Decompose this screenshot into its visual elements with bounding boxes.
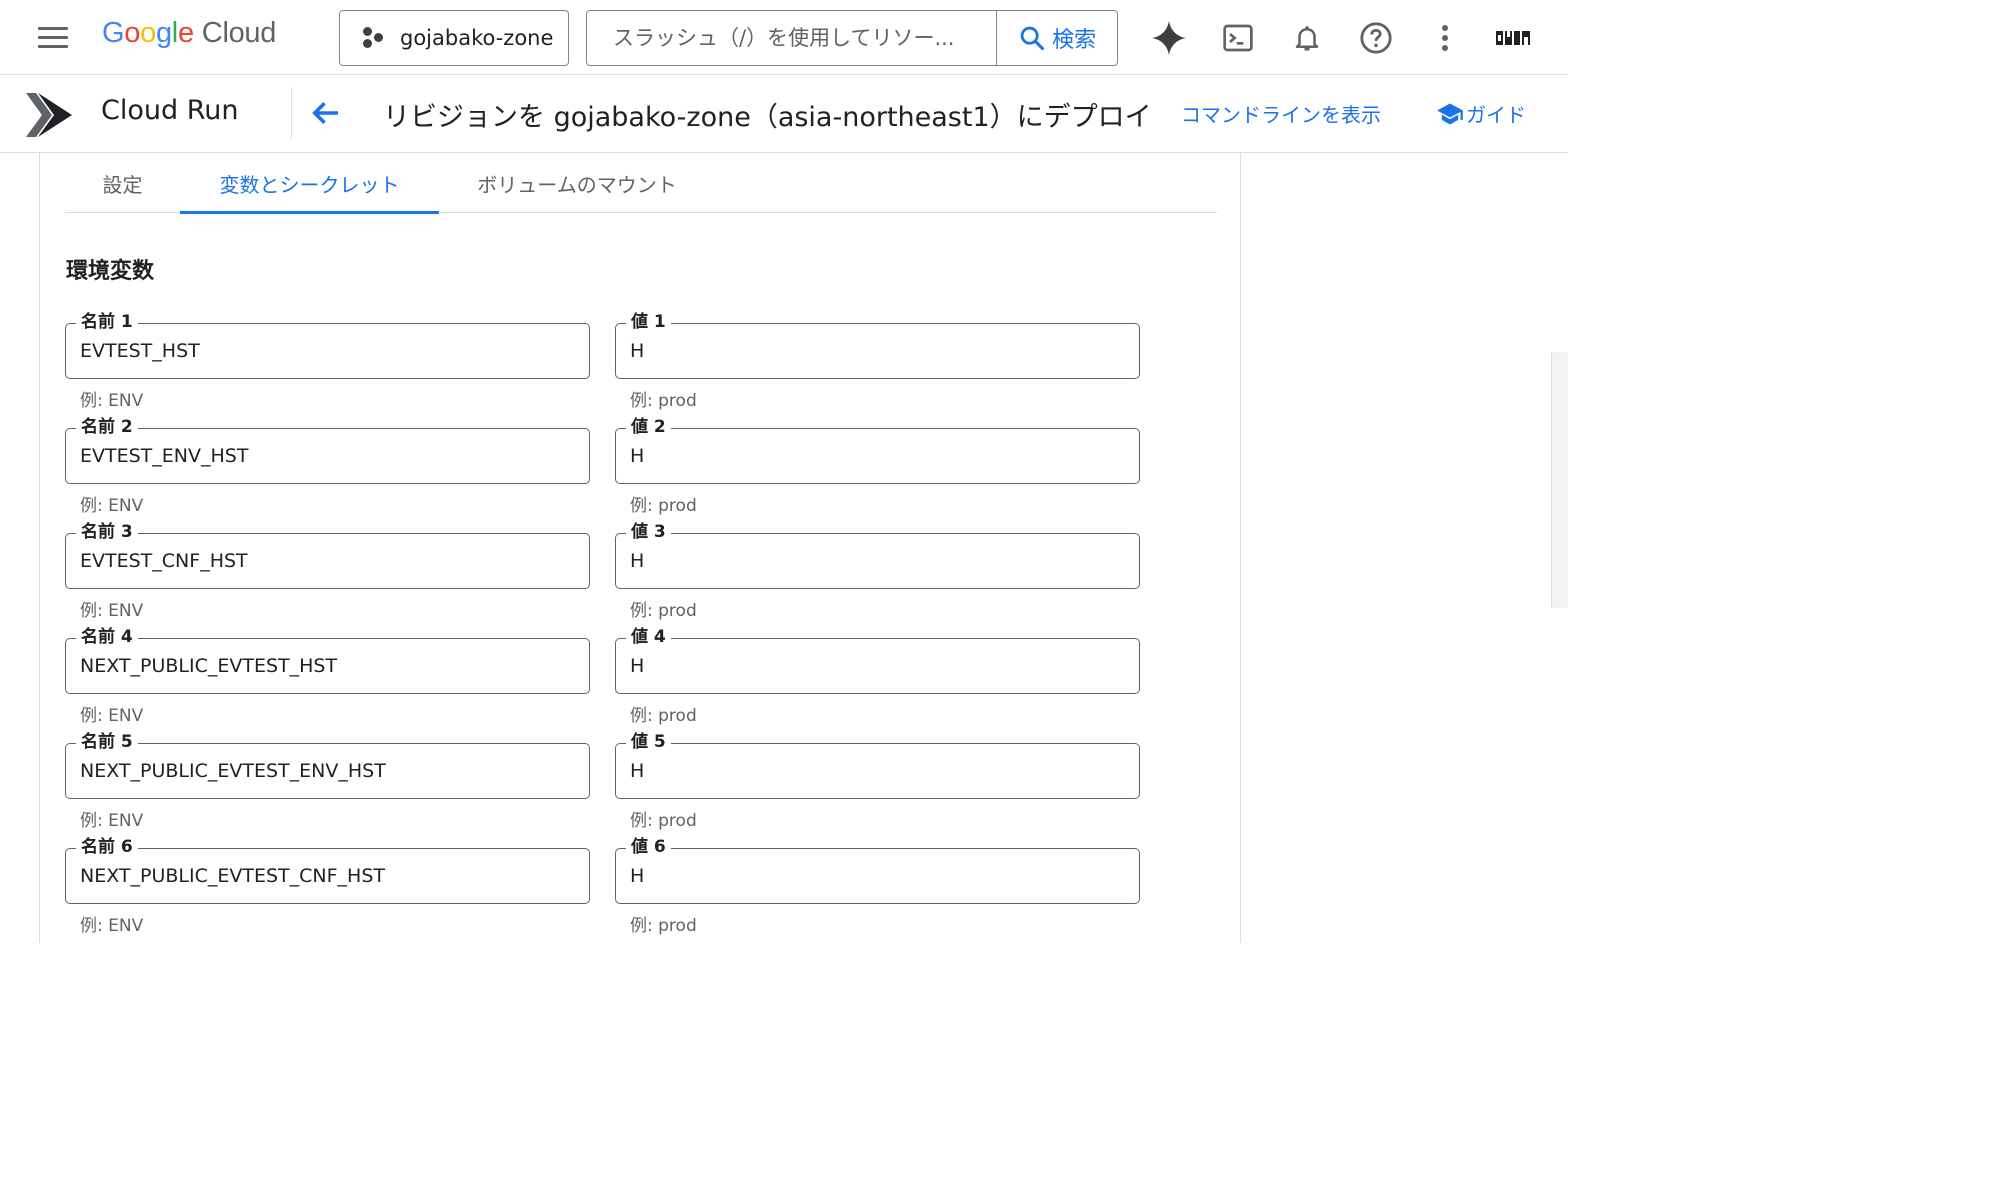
value-input[interactable] — [630, 441, 1125, 471]
more-vert-icon[interactable] — [1425, 18, 1465, 58]
value-field[interactable]: 値 5 — [615, 731, 1140, 799]
value-input[interactable] — [630, 861, 1125, 891]
right-panel — [1241, 153, 1568, 943]
menu-line — [38, 36, 68, 39]
scrollbar-thumb[interactable] — [1551, 352, 1568, 608]
name-hint: 例: ENV — [80, 706, 144, 726]
search-input[interactable] — [587, 11, 997, 65]
name-field[interactable]: 名前 2 — [65, 416, 590, 484]
name-input[interactable] — [80, 651, 575, 681]
school-guide-icon — [1437, 103, 1463, 124]
value-field-label: 値 5 — [626, 731, 671, 753]
name-field[interactable]: 名前 3 — [65, 521, 590, 589]
name-input[interactable] — [80, 441, 575, 471]
value-hint: 例: prod — [630, 811, 697, 831]
value-hint: 例: prod — [630, 706, 697, 726]
name-field-label: 名前 6 — [76, 836, 138, 858]
name-input[interactable] — [80, 336, 575, 366]
value-field-label: 値 6 — [626, 836, 671, 858]
value-field-label: 値 3 — [626, 521, 671, 543]
name-field-label: 名前 4 — [76, 626, 138, 648]
name-hint: 例: ENV — [80, 391, 144, 411]
menu-line — [38, 45, 68, 48]
google-cloud-logo[interactable]: Google Cloud — [102, 17, 276, 50]
main-menu-button[interactable] — [38, 27, 68, 49]
name-field-label: 名前 1 — [76, 311, 138, 333]
back-arrow-icon[interactable] — [308, 95, 344, 131]
account-avatar-icon[interactable] — [1491, 18, 1535, 58]
page-title: リビジョンを gojabako-zone（asia-northeast1）にデプ… — [383, 102, 1152, 133]
gemini-sparkle-icon[interactable] — [1149, 18, 1189, 58]
name-hint: 例: ENV — [80, 811, 144, 831]
value-field-label: 値 4 — [626, 626, 671, 648]
value-field[interactable]: 値 4 — [615, 626, 1140, 694]
project-icon — [362, 26, 386, 50]
tab-bar: 設定 変数とシークレット ボリュームのマウント — [65, 153, 1217, 214]
value-input[interactable] — [630, 651, 1125, 681]
guide-link-label: ガイド — [1466, 103, 1526, 127]
value-input[interactable] — [630, 546, 1125, 576]
page-header: Cloud Run リビジョンを gojabako-zone（asia-nort… — [0, 75, 1568, 153]
tab-volume-mounts[interactable]: ボリュームのマウント — [439, 153, 715, 213]
value-hint: 例: prod — [630, 601, 697, 621]
search-button-label: 検索 — [1052, 28, 1097, 53]
name-hint: 例: ENV — [80, 601, 144, 621]
name-hint: 例: ENV — [80, 496, 144, 516]
name-hint: 例: ENV — [80, 916, 144, 936]
value-hint: 例: prod — [630, 391, 697, 411]
name-field-label: 名前 3 — [76, 521, 138, 543]
tab-settings[interactable]: 設定 — [65, 153, 180, 213]
main-panel: 設定 変数とシークレット ボリュームのマウント 環境変数 名前 1 例: ENV 値… — [39, 153, 1241, 943]
project-picker-button[interactable]: gojabako-zone — [339, 10, 569, 66]
name-input[interactable] — [80, 861, 575, 891]
header-divider — [291, 87, 292, 139]
notifications-bell-icon[interactable] — [1287, 18, 1327, 58]
search-icon — [1020, 26, 1045, 51]
name-field[interactable]: 名前 1 — [65, 311, 590, 379]
help-icon[interactable] — [1356, 18, 1396, 58]
value-field-label: 値 1 — [626, 311, 671, 333]
value-field[interactable]: 値 1 — [615, 311, 1140, 379]
value-field[interactable]: 値 2 — [615, 416, 1140, 484]
search-bar: 検索 — [586, 10, 1118, 66]
value-field[interactable]: 値 3 — [615, 521, 1140, 589]
project-name: gojabako-zone — [400, 26, 554, 50]
tab-variables-secrets[interactable]: 変数とシークレット — [180, 153, 439, 214]
name-input[interactable] — [80, 756, 575, 786]
env-vars-section-title: 環境変数 — [66, 259, 155, 284]
cloud-shell-terminal-icon[interactable] — [1218, 18, 1258, 58]
guide-link[interactable]: ガイド — [1436, 99, 1526, 128]
search-button[interactable]: 検索 — [996, 11, 1117, 65]
name-field[interactable]: 名前 6 — [65, 836, 590, 904]
menu-line — [38, 27, 68, 30]
value-input[interactable] — [630, 756, 1125, 786]
name-field[interactable]: 名前 5 — [65, 731, 590, 799]
value-input[interactable] — [630, 336, 1125, 366]
value-field[interactable]: 値 6 — [615, 836, 1140, 904]
value-field-label: 値 2 — [626, 416, 671, 438]
cloud-run-logo-icon — [26, 93, 72, 137]
name-field[interactable]: 名前 4 — [65, 626, 590, 694]
name-field-label: 名前 2 — [76, 416, 138, 438]
product-title: Cloud Run — [101, 95, 239, 126]
name-input[interactable] — [80, 546, 575, 576]
show-command-line-link[interactable]: コマンドラインを表示 — [1181, 99, 1381, 128]
google-wordmark: Google — [102, 17, 194, 49]
top-bar: GoogleCloud gojabako-zone 検索 — [0, 0, 1568, 75]
value-hint: 例: prod — [630, 916, 697, 936]
cloud-wordmark: Cloud — [201, 17, 277, 49]
value-hint: 例: prod — [630, 496, 697, 516]
name-field-label: 名前 5 — [76, 731, 138, 753]
